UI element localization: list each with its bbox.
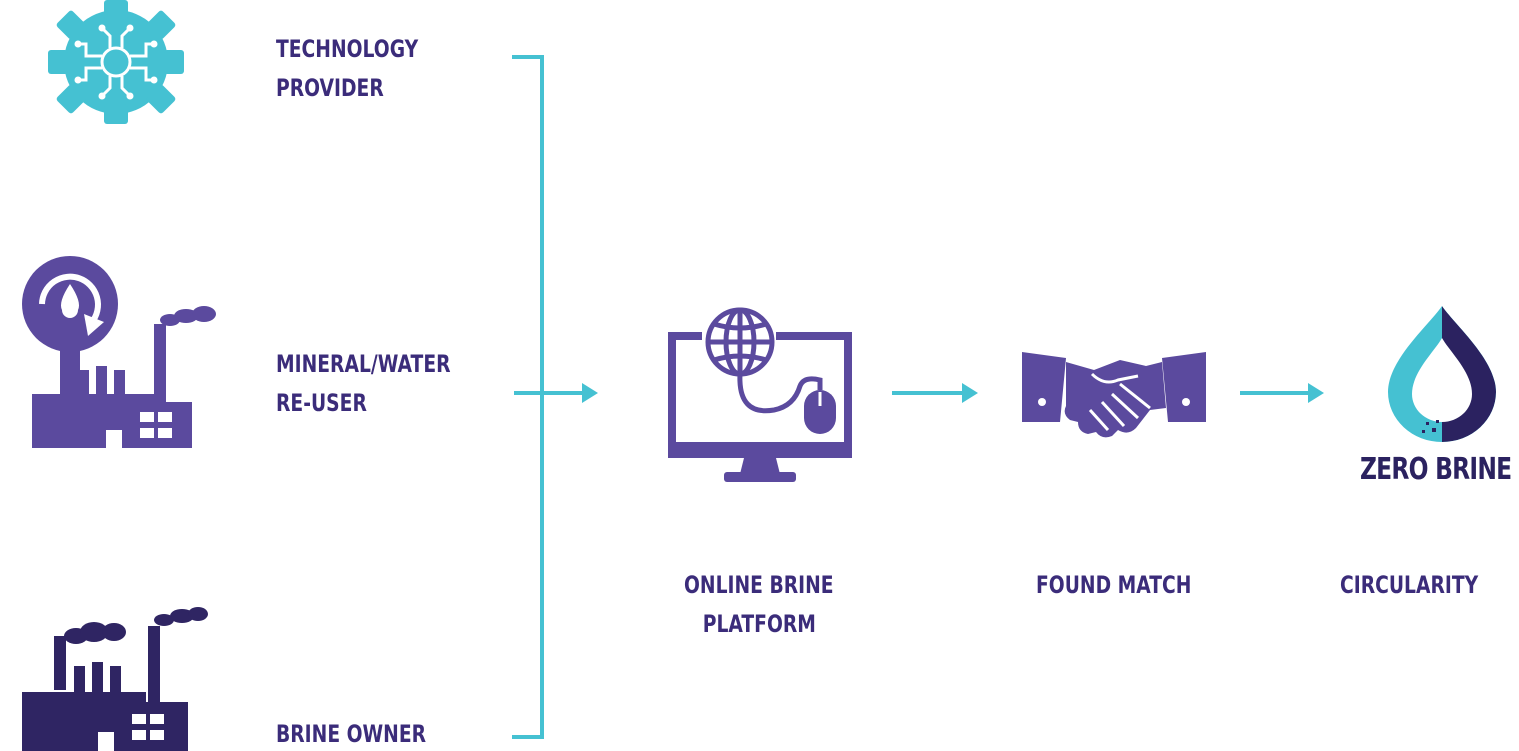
drop-logo-icon — [1388, 306, 1496, 442]
arrow-head-circularity — [1308, 383, 1324, 403]
step-label-online-brine-platform: ONLINE BRINE PLATFORM — [684, 571, 834, 638]
zero-brine-logo-text: ZERO BRINE — [1360, 452, 1512, 487]
arrow-head-match — [962, 383, 978, 403]
bracket — [512, 55, 544, 739]
brine-platform-diagram: TECHNOLOGY PROVIDER MINERAL/WATER RE-USE… — [0, 0, 1519, 751]
step-label-found-match: FOUND MATCH — [1036, 571, 1192, 599]
arrow-head-platform — [582, 383, 598, 403]
step-label-circularity: CIRCULARITY — [1340, 571, 1479, 599]
handshake-icon — [1022, 352, 1206, 438]
computer-globe-icon — [668, 307, 852, 482]
